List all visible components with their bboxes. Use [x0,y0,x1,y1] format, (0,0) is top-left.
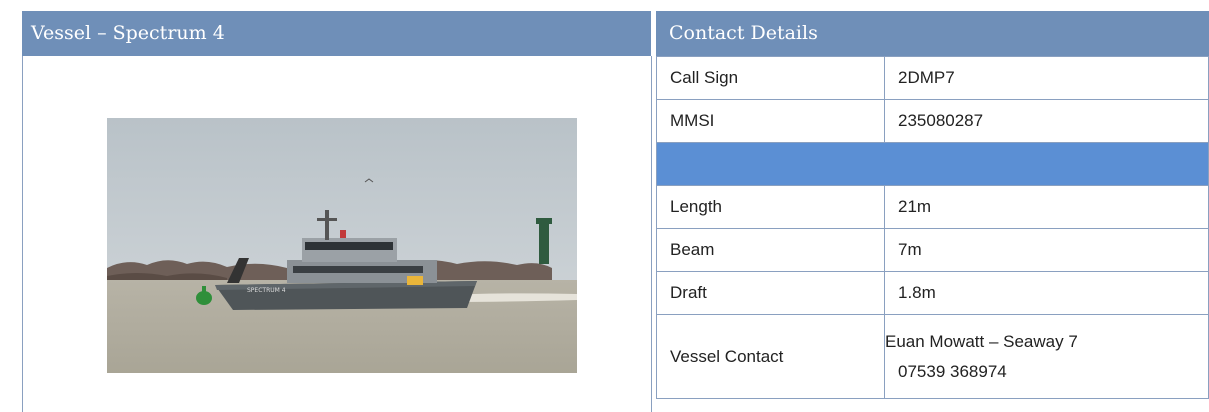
vessel-info-sheet: Vessel – Spectrum 4 SPECTRUM 4 Contact D… [22,11,1209,412]
hull-name-text: SPECTRUM 4 [247,287,286,294]
table-row: Beam 7m [656,228,1209,272]
contact-panel-header: Contact Details [656,11,1209,56]
vessel-contact-phone: 07539 368974 [898,361,1007,381]
vessel-contact-label: Vessel Contact [656,314,885,399]
mmsi-value: 235080287 [884,99,1209,143]
vessel-panel-header: Vessel – Spectrum 4 [22,11,651,56]
beam-label: Beam [656,228,885,272]
beam-value: 7m [884,228,1209,272]
vessel-photo: SPECTRUM 4 [107,118,577,373]
call-sign-label: Call Sign [656,56,885,100]
contact-details-table: Call Sign 2DMP7 MMSI 235080287 Length 21… [656,56,1209,399]
table-row: Length 21m [656,185,1209,229]
mmsi-label: MMSI [656,99,885,143]
separator-row [656,142,1209,186]
table-row: MMSI 235080287 [656,99,1209,143]
vessel-contact-name: Euan Mowatt – Seaway 7 [885,331,1078,351]
vessel-panel-body: SPECTRUM 4 [22,56,652,412]
separator-bar [656,142,1209,186]
table-row: Draft 1.8m [656,271,1209,315]
length-value: 21m [884,185,1209,229]
call-sign-value: 2DMP7 [884,56,1209,100]
length-label: Length [656,185,885,229]
table-row: Vessel Contact Euan Mowatt – Seaway 7 07… [656,314,1209,399]
vessel-contact-value: Euan Mowatt – Seaway 7 07539 368974 [884,314,1209,399]
draft-value: 1.8m [884,271,1209,315]
table-row: Call Sign 2DMP7 [656,56,1209,100]
draft-label: Draft [656,271,885,315]
